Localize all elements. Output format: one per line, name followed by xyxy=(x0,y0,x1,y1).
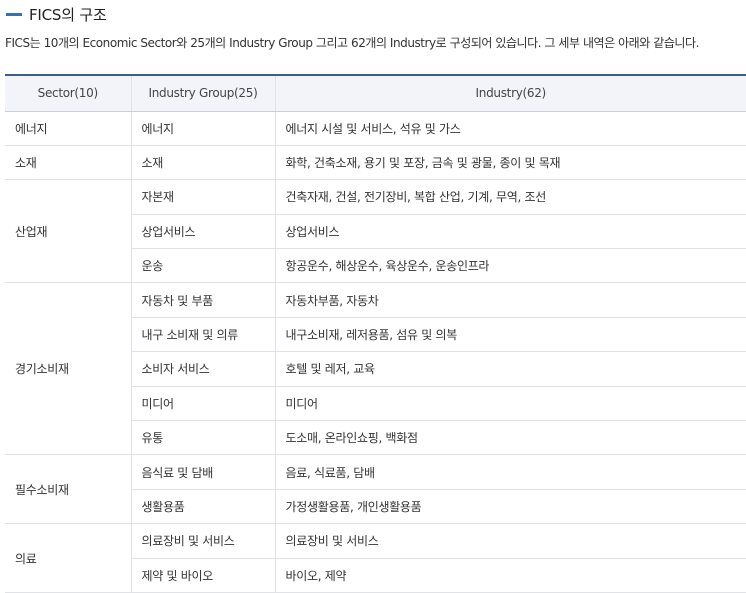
header-sector: Sector(10) xyxy=(5,74,131,112)
table-header-row: Sector(10) Industry Group(25) Industry(6… xyxy=(5,74,746,112)
industry-group-cell: 유통 xyxy=(130,420,275,456)
industry-group-cell: 제약 및 바이오 xyxy=(130,558,275,593)
table-row: 산업재 자본재 건축자재, 건설, 전기장비, 복합 산업, 기계, 무역, 조선 xyxy=(5,179,746,284)
industry-cell: 상업서비스 xyxy=(274,214,746,250)
industry-cell: 자동차부품, 자동차 xyxy=(274,282,746,318)
industry-group-cell: 미디어 xyxy=(130,386,275,422)
industry-group-cell: 소재 xyxy=(130,145,275,181)
industry-group-cell: 자동차 및 부품 xyxy=(130,282,275,318)
table-body: 에너지 에너지 에너지 시설 및 서비스, 석유 및 가스 소재 소재 화학, 건축소재,… xyxy=(5,111,746,593)
sector-cell: 산업재 xyxy=(5,179,131,284)
industry-group-cell: 운송 xyxy=(130,248,275,284)
description-text: FICS는 10개의 Economic Sector와 25개의 Industr… xyxy=(5,36,699,50)
industry-cell: 호텔 및 레저, 교육 xyxy=(274,351,746,387)
header-industry: Industry(62) xyxy=(274,74,746,112)
industry-cell: 화학, 건축소재, 용기 및 포장, 금속 및 광물, 종이 및 목재 xyxy=(274,145,746,181)
sector-cell: 의료 xyxy=(5,523,131,593)
industry-cell: 바이오, 제약 xyxy=(274,558,746,593)
industry-cell: 가정생활용품, 개인생활용품 xyxy=(274,489,746,525)
industry-group-cell: 내구 소비재 및 의류 xyxy=(130,317,275,353)
header-industry-group: Industry Group(25) xyxy=(130,74,275,112)
table-row: 소재 소재 화학, 건축소재, 용기 및 포장, 금속 및 광물, 종이 및 목재 xyxy=(5,145,746,181)
industry-cell: 음료, 식료품, 담배 xyxy=(274,454,746,490)
table-row: 경기소비재 자동차 및 부품 자동차부품, 자동차 xyxy=(5,282,746,456)
industry-cell: 미디어 xyxy=(274,386,746,422)
industry-group-cell: 상업서비스 xyxy=(130,214,275,250)
industry-group-cell: 소비자 서비스 xyxy=(130,351,275,387)
industry-group-cell: 자본재 xyxy=(130,179,275,215)
industry-group-cell: 의료장비 및 서비스 xyxy=(130,523,275,559)
table-row: 필수소비재 음식료 및 담배 음료, 식료품, 담배 xyxy=(5,454,746,525)
table-row: 에너지 에너지 에너지 시설 및 서비스, 석유 및 가스 xyxy=(5,111,746,146)
industry-group-cell: 음식료 및 담배 xyxy=(130,454,275,490)
industry-cell: 의료장비 및 서비스 xyxy=(274,523,746,559)
industry-cell: 내구소비재, 레저용품, 섬유 및 의복 xyxy=(274,317,746,353)
section-title: FICS의 구조 xyxy=(29,5,107,24)
industry-cell: 항공운수, 해상운수, 육상운수, 운송인프라 xyxy=(274,248,746,284)
sector-cell: 경기소비재 xyxy=(5,282,131,456)
fics-structure-table: Sector(10) Industry Group(25) Industry(6… xyxy=(5,74,746,593)
industry-cell: 도소매, 온라인쇼핑, 백화점 xyxy=(274,420,746,456)
industry-cell: 건축자재, 건설, 전기장비, 복합 산업, 기계, 무역, 조선 xyxy=(274,179,746,215)
industry-cell: 에너지 시설 및 서비스, 석유 및 가스 xyxy=(274,111,746,146)
sector-cell: 에너지 xyxy=(5,111,131,146)
table-row: 의료 의료장비 및 서비스 의료장비 및 서비스 xyxy=(5,523,746,593)
sector-cell: 소재 xyxy=(5,145,131,181)
industry-group-cell: 생활용품 xyxy=(130,489,275,525)
sector-cell: 필수소비재 xyxy=(5,454,131,525)
industry-group-cell: 에너지 xyxy=(130,111,275,146)
section-header: FICS의 구조 xyxy=(6,2,107,26)
title-bar-marker xyxy=(6,12,22,16)
